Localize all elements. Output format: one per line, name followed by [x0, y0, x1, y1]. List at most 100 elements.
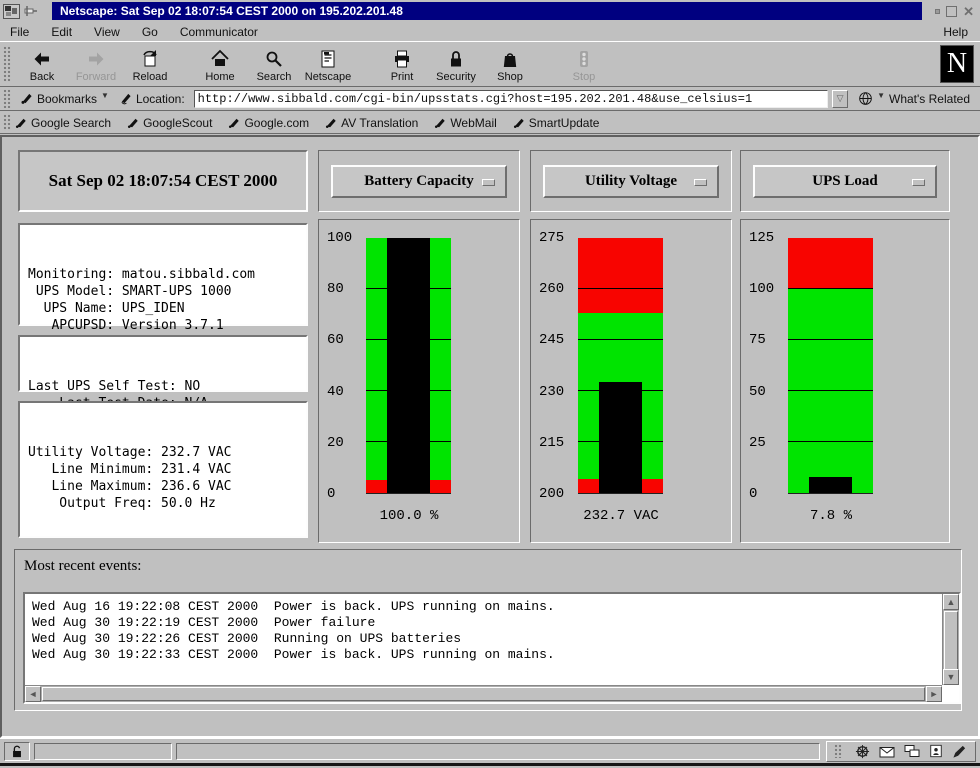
horizontal-scroll-thumb[interactable] [42, 687, 925, 701]
location-label: Location: [114, 90, 190, 108]
utility-voltage-select[interactable]: Utility Voltage [543, 165, 719, 198]
navigator-wheel-icon[interactable] [855, 744, 870, 759]
personal-bookmark-av-translation[interactable]: AV Translation [325, 116, 418, 130]
vertical-scrollbar[interactable]: ▲ ▼ [942, 594, 959, 685]
menu-view[interactable]: View [94, 25, 120, 39]
menu-communicator[interactable]: Communicator [180, 25, 258, 39]
globe-icon [858, 91, 873, 106]
print-button[interactable]: Print [375, 43, 429, 85]
scroll-up-arrow[interactable]: ▲ [943, 594, 959, 610]
mailbox-icon[interactable] [879, 745, 895, 758]
gauge-tick-label: 20 [327, 435, 344, 451]
location-toolbar: Bookmarks ▼ Location: ▽ ▼ What's Related [0, 87, 980, 111]
component-bar-grip[interactable] [834, 744, 842, 758]
scroll-left-arrow[interactable]: ◄ [25, 686, 41, 702]
menu-bar: File Edit View Go Communicator Help [0, 22, 980, 41]
scroll-right-arrow[interactable]: ► [926, 686, 942, 702]
reload-button[interactable]: Reload [123, 43, 177, 85]
personal-bookmark-webmail[interactable]: WebMail [434, 116, 496, 130]
security-button[interactable]: Security [429, 43, 483, 85]
url-input[interactable] [194, 90, 828, 108]
bookmarks-button[interactable]: Bookmarks ▼ [15, 90, 114, 108]
toolbar-grip[interactable] [3, 46, 11, 81]
security-lock-icon [446, 49, 466, 69]
gauge-value-label: 232.7 VAC [531, 508, 711, 524]
security-status-button[interactable] [4, 742, 30, 761]
gauge-value-bar [809, 477, 852, 493]
netscape-n-logo[interactable]: N [940, 45, 974, 83]
gauge-tick-label: 80 [327, 281, 344, 297]
shop-bag-icon [500, 49, 520, 69]
component-bar [826, 741, 976, 762]
menu-edit[interactable]: Edit [51, 25, 72, 39]
forward-button[interactable]: Forward [69, 43, 123, 85]
personal-toolbar-grip[interactable] [3, 114, 11, 131]
minimize-button[interactable] [935, 9, 940, 14]
window-menu-icon[interactable] [3, 4, 20, 19]
gauge-value-bar [387, 238, 430, 493]
scroll-down-arrow[interactable]: ▼ [943, 669, 959, 685]
bookmark-icon [20, 92, 33, 105]
gauge-scale: 020406080100 [327, 238, 363, 494]
forward-icon [86, 49, 106, 69]
personal-bookmark-google-com[interactable]: Google.com [228, 116, 309, 130]
gauge-tick-label: 60 [327, 332, 344, 348]
gauge-column [788, 238, 873, 494]
netscape-button[interactable]: Netscape [301, 43, 355, 85]
location-toolbar-grip[interactable] [3, 89, 11, 107]
ups-info-box: Monitoring: matou.sibbald.com UPS Model:… [18, 223, 308, 326]
search-button[interactable]: Search [247, 43, 301, 85]
personal-bookmark-google-search[interactable]: Google Search [15, 116, 111, 130]
events-textarea[interactable]: Wed Aug 16 19:22:08 CEST 2000 Power is b… [23, 592, 961, 704]
personal-toolbar: Google Search GoogleScout Google.com AV Tra… [0, 112, 980, 134]
gauge-value-label: 100.0 % [319, 508, 499, 524]
progress-meter [34, 743, 172, 760]
gauge-tick-label: 75 [749, 332, 766, 348]
discussions-icon[interactable] [904, 744, 920, 758]
ups-load-select[interactable]: UPS Load [753, 165, 936, 198]
personal-bookmark-googlescout[interactable]: GoogleScout [127, 116, 212, 130]
bookmarks-caret-icon: ▼ [101, 91, 109, 100]
home-button[interactable]: Home [193, 43, 247, 85]
events-panel: Most recent events: Wed Aug 16 19:22:08 … [14, 549, 962, 711]
stop-button[interactable]: Stop [557, 43, 611, 85]
bookmark-icon [325, 117, 337, 129]
location-bookmark-icon[interactable] [119, 92, 132, 105]
gauge-scale: 200215230245260275 [539, 238, 575, 494]
events-text[interactable]: Wed Aug 16 19:22:08 CEST 2000 Power is b… [25, 594, 942, 685]
window-title: Netscape: Sat Sep 02 18:07:54 CEST 2000 … [52, 2, 922, 20]
address-book-icon[interactable] [929, 744, 943, 758]
whats-related-button[interactable]: ▼ What's Related [854, 89, 976, 108]
status-message-area [176, 743, 820, 760]
gauge-zone-red [788, 238, 873, 289]
url-history-dropdown[interactable]: ▽ [832, 90, 848, 108]
vertical-scroll-thumb[interactable] [944, 611, 958, 671]
menu-go[interactable]: Go [142, 25, 158, 39]
gauge-value-bar [599, 382, 642, 493]
composer-pen-icon[interactable] [952, 744, 967, 759]
gauge-column [578, 238, 663, 494]
menu-file[interactable]: File [10, 25, 29, 39]
gauge-column [366, 238, 451, 494]
personal-bookmark-smartupdate[interactable]: SmartUpdate [513, 116, 600, 130]
window-titlebar: Netscape: Sat Sep 02 18:07:54 CEST 2000 … [0, 0, 980, 22]
page-date-heading: Sat Sep 02 18:07:54 CEST 2000 [18, 150, 308, 212]
open-padlock-icon [10, 744, 24, 758]
menu-help[interactable]: Help [943, 25, 968, 39]
close-button[interactable]: ✕ [963, 6, 974, 17]
ups-load-gauge: 0255075100125 7.8 % [740, 219, 950, 543]
back-button[interactable]: Back [15, 43, 69, 85]
gauge-tick-line [788, 441, 873, 442]
gauge-tick-label: 40 [327, 384, 344, 400]
gauge-tick-label: 245 [539, 332, 564, 348]
horizontal-scrollbar[interactable]: ◄ ► [25, 685, 942, 702]
battery-capacity-select[interactable]: Battery Capacity [331, 165, 507, 198]
netscape-page-icon [318, 49, 338, 69]
window-pin-icon[interactable] [24, 5, 38, 17]
maximize-button[interactable] [946, 6, 957, 17]
bookmark-icon [434, 117, 446, 129]
shop-button[interactable]: Shop [483, 43, 537, 85]
gauge-tick-label: 230 [539, 384, 564, 400]
gauge-zone-red [578, 238, 663, 313]
gauge-tick-line [788, 339, 873, 340]
